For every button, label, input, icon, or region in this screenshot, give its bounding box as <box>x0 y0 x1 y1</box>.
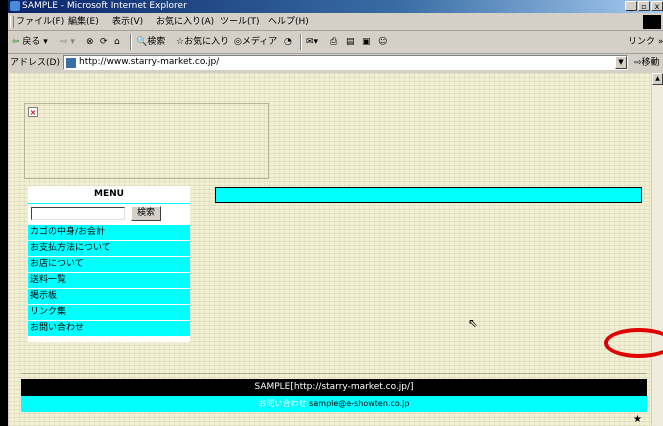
favorites-icon: ☆ <box>176 37 185 47</box>
header-image-placeholder: × <box>24 103 269 179</box>
search-button[interactable]: 🔍検索 <box>136 34 165 50</box>
footer-contact-label: お問い合わせ: <box>258 399 310 408</box>
menu-view[interactable]: 表示(V) <box>112 14 143 30</box>
menu-link-contact[interactable]: お問い合わせ <box>28 320 190 336</box>
menu-file[interactable]: ファイル(F) <box>16 14 64 30</box>
menu-link-payment[interactable]: お支払方法について <box>28 240 190 256</box>
menu-link-cart[interactable]: カゴの中身/お会計 <box>28 224 190 240</box>
menu-heading: MENU <box>28 186 190 204</box>
menu-links: カゴの中身/お会計 お支払方法について お店について 送料一覧 掲示板 リンク集… <box>28 224 190 336</box>
browser-window: SAMPLE - Microsoft Internet Explorer _ ▫… <box>8 0 663 426</box>
search-submit-button[interactable]: 検索 <box>131 206 161 221</box>
edit-icon[interactable]: ▤ <box>346 34 355 50</box>
back-button[interactable]: ⇦ 戻る ▾ <box>12 34 48 50</box>
star-mark: ★ <box>633 414 642 425</box>
address-input[interactable]: http://www.starry-market.co.jp/ <box>63 55 628 70</box>
footer-contact: お問い合わせ:sample@e-showten.co.jp <box>21 396 647 412</box>
footer-site: SAMPLE[http://starry-market.co.jp/] <box>21 379 647 396</box>
refresh-icon[interactable]: ⟳ <box>100 34 108 50</box>
menu-link-links[interactable]: リンク集 <box>28 304 190 320</box>
messenger-icon[interactable]: ☺ <box>378 34 387 50</box>
web-page: × MENU 検索 カゴの中身/お会計 お支払方法について お店について 送料一… <box>9 73 651 426</box>
menu-link-bbs[interactable]: 掲示板 <box>28 288 190 304</box>
minimize-button[interactable]: _ <box>625 1 637 11</box>
go-button[interactable]: ⇨移動 <box>634 54 660 72</box>
window-title: SAMPLE - Microsoft Internet Explorer <box>22 1 187 11</box>
discuss-icon[interactable]: ▣ <box>362 34 371 50</box>
footer-divider <box>21 373 647 374</box>
favorites-button[interactable]: ☆お気に入り <box>176 34 229 50</box>
history-icon[interactable]: ◔ <box>284 34 292 50</box>
links-button[interactable]: リンク » <box>628 34 663 50</box>
menu-bar: ファイル(F) 編集(E) 表示(V) お気に入り(A) ツール(T) ヘルプ(… <box>8 14 663 31</box>
menu-help[interactable]: ヘルプ(H) <box>268 14 309 30</box>
close-button[interactable]: x <box>651 1 663 11</box>
home-icon[interactable]: ⌂ <box>114 34 120 50</box>
standard-toolbar: ⇦ 戻る ▾ ⇨ ▾ ⊗ ⟳ ⌂ 🔍検索 ☆お気に入り ◎メディア ◔ ✉▾ ⎙… <box>8 31 663 54</box>
print-icon[interactable]: ⎙ <box>330 34 337 50</box>
menu-tools[interactable]: ツール(T) <box>220 14 260 30</box>
stop-icon[interactable]: ⊗ <box>86 34 94 50</box>
media-button[interactable]: ◎メディア <box>234 34 277 50</box>
media-icon: ◎ <box>234 37 242 47</box>
menu-link-about[interactable]: お店について <box>28 256 190 272</box>
title-bar: SAMPLE - Microsoft Internet Explorer _ ▫… <box>8 0 663 13</box>
scroll-up-icon[interactable]: ▲ <box>652 73 663 85</box>
mouse-pointer-icon: ⇖ <box>468 316 479 330</box>
ie-app-icon <box>10 1 20 11</box>
sidebar-menu: MENU 検索 カゴの中身/お会計 お支払方法について お店について 送料一覧 … <box>28 186 190 342</box>
search-input[interactable] <box>31 207 125 220</box>
menu-edit[interactable]: 編集(E) <box>68 14 99 30</box>
menu-favorites[interactable]: お気に入り(A) <box>156 14 214 30</box>
broken-image-icon: × <box>28 107 38 117</box>
go-arrow-icon: ⇨ <box>634 58 642 68</box>
forward-button[interactable]: ⇨ ▾ <box>60 34 75 50</box>
search-icon: 🔍 <box>136 37 148 47</box>
menu-link-shipping[interactable]: 送料一覧 <box>28 272 190 288</box>
address-url: http://www.starry-market.co.jp/ <box>79 57 220 67</box>
menubar-grip <box>10 16 14 28</box>
footer-email-link[interactable]: sample@e-showten.co.jp <box>309 399 409 408</box>
page-icon <box>66 58 76 68</box>
mail-icon[interactable]: ✉▾ <box>306 34 318 50</box>
address-bar: アドレス(D) http://www.starry-market.co.jp/ … <box>8 54 663 72</box>
address-label: アドレス(D) <box>10 58 60 68</box>
content-header-bar <box>215 187 642 203</box>
windows-logo-icon <box>643 15 661 29</box>
search-row: 検索 <box>28 204 190 224</box>
maximize-button[interactable]: ▫ <box>638 1 650 11</box>
back-arrow-icon: ⇦ <box>12 37 20 47</box>
vertical-scrollbar[interactable]: ▲ <box>652 73 663 426</box>
address-dropdown-icon[interactable]: ▼ <box>615 56 627 69</box>
